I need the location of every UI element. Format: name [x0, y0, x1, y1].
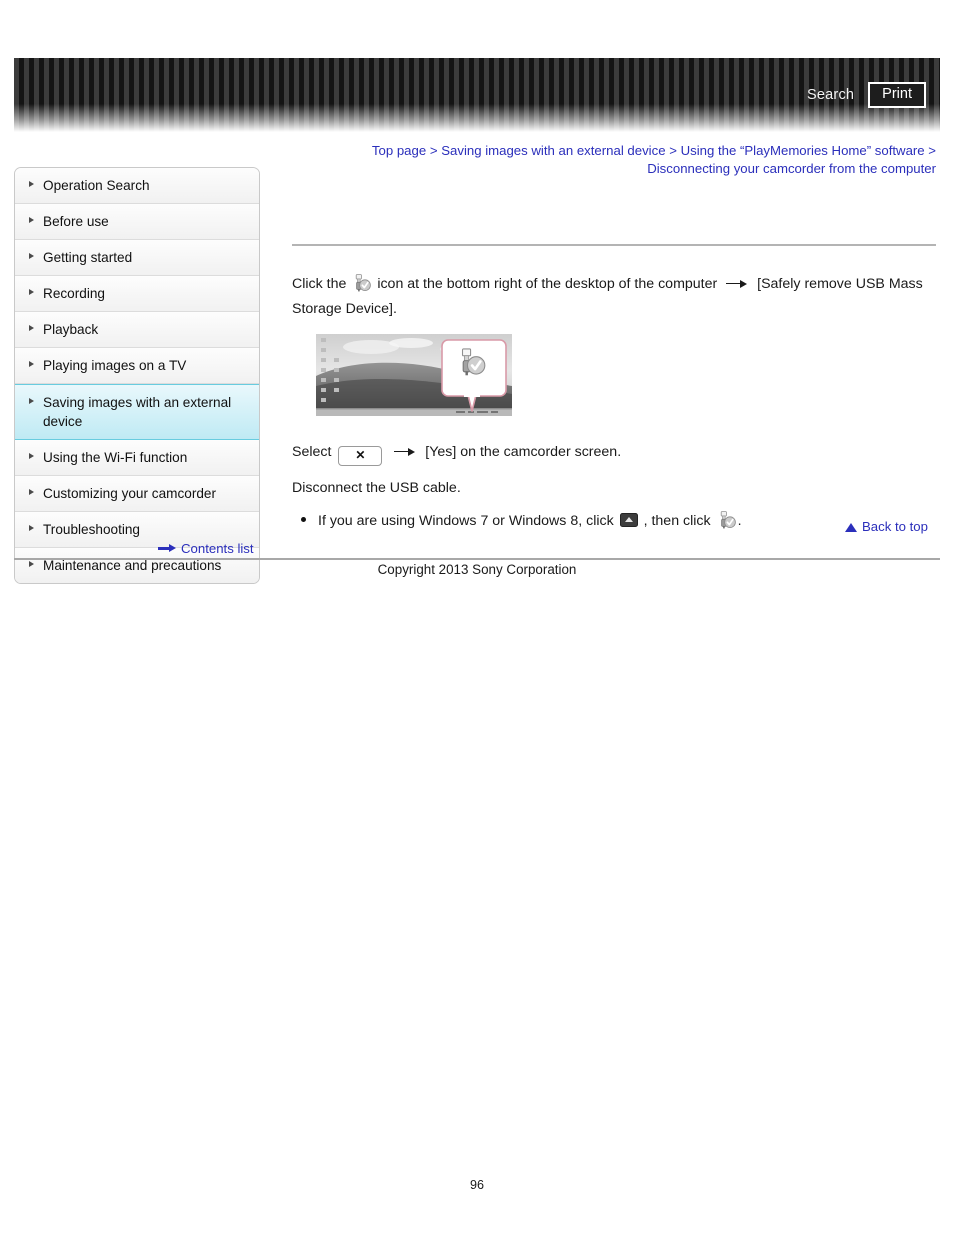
step-2-text-part-2: [Yes] on the camcorder screen. — [425, 444, 622, 460]
sidebar-item-label: Playing images on a TV — [43, 358, 187, 373]
sidebar-item-playing-images-on-a-tv[interactable]: Playing images on a TV — [15, 348, 259, 384]
breadcrumb-separator: > — [928, 143, 936, 158]
note-text-part-3: . — [737, 513, 742, 529]
breadcrumb-item-top-page[interactable]: Top page — [372, 143, 426, 158]
sidebar-item-label: Getting started — [43, 250, 133, 265]
page-number: 96 — [469, 1178, 484, 1192]
sidebar-item-operation-search[interactable]: Operation Search — [15, 168, 259, 204]
breadcrumb-item-playmemories-home[interactable]: Using the “PlayMemories Home” software — [681, 143, 925, 158]
back-to-top-label: Back to top — [862, 519, 928, 534]
breadcrumb-separator: > — [429, 143, 438, 158]
breadcrumb-item-saving-images[interactable]: Saving images with an external device — [441, 143, 665, 158]
sidebar-item-label: Troubleshooting — [43, 522, 140, 537]
chevron-right-icon — [29, 398, 34, 404]
sidebar-item-customizing-your-camcorder[interactable]: Customizing your camcorder — [15, 476, 259, 512]
sidebar-item-recording[interactable]: Recording — [15, 276, 259, 312]
back-to-top-link[interactable]: Back to top — [845, 519, 928, 534]
chevron-right-icon — [29, 361, 34, 367]
bullet-dot-icon — [301, 517, 306, 522]
chevron-right-icon — [29, 325, 34, 331]
main-content: Click the icon at the bottom right of th… — [292, 244, 936, 534]
step-3-paragraph: Disconnect the USB cable. — [292, 480, 461, 496]
chevron-right-icon — [29, 253, 34, 259]
header-controls: Search Print — [807, 82, 926, 108]
arrow-right-glyph-icon — [394, 447, 416, 458]
step-1-paragraph: Click the icon at the bottom right of th… — [292, 272, 936, 322]
show-hidden-icons-button-icon — [619, 511, 638, 527]
site-header-bar: Search Print — [14, 58, 940, 132]
sidebar-item-playback[interactable]: Playback — [15, 312, 259, 348]
sidebar-item-saving-images-with-an-external-device[interactable]: Saving images with an external device — [15, 384, 259, 440]
sidebar-item-label: Saving images with an external device — [43, 395, 232, 429]
copyright-text: Copyright 2013 Sony Corporation — [377, 562, 577, 577]
sidebar-item-before-use[interactable]: Before use — [15, 204, 259, 240]
chevron-right-icon — [29, 453, 34, 459]
sidebar-item-label: Customizing your camcorder — [43, 486, 217, 501]
sidebar-item-label: Before use — [43, 214, 109, 229]
chevron-right-icon — [29, 289, 34, 295]
note-text-part-1: If you are using Windows 7 or Windows 8,… — [318, 513, 614, 529]
sidebar-item-using-the-wi-fi-function[interactable]: Using the Wi-Fi function — [15, 440, 259, 476]
content-divider — [292, 244, 936, 246]
sidebar-navigation: Operation Search Before use Getting star… — [14, 167, 260, 584]
step-1-text-part-1: Click the — [292, 276, 347, 292]
step-1-text-part-2: icon at the bottom right of the desktop … — [377, 276, 718, 292]
note-text-part-2: , then click — [643, 513, 711, 529]
sidebar-item-label: Using the Wi-Fi function — [43, 450, 188, 465]
search-button[interactable]: Search — [807, 87, 854, 103]
desktop-screenshot-figure — [316, 334, 512, 422]
sidebar-item-getting-started[interactable]: Getting started — [15, 240, 259, 276]
arrow-right-icon — [158, 544, 176, 553]
chevron-right-icon — [29, 217, 34, 223]
sidebar-item-label: Playback — [43, 322, 99, 337]
contents-list-link[interactable]: Contents list — [158, 541, 254, 556]
chevron-right-icon — [29, 525, 34, 531]
sidebar-item-label: Recording — [43, 286, 105, 301]
chevron-right-icon — [29, 489, 34, 495]
sidebar-item-label: Operation Search — [43, 178, 150, 193]
step-2-text-part-1: Select — [292, 444, 332, 460]
close-x-button-icon: ✕ — [338, 446, 383, 466]
breadcrumb-item-current-page[interactable]: Disconnecting your camcorder from the co… — [647, 161, 936, 176]
usb-safely-remove-icon — [352, 274, 372, 292]
chevron-right-icon — [29, 181, 34, 187]
usb-safely-remove-icon — [717, 511, 736, 529]
print-button[interactable]: Print — [868, 82, 926, 108]
step-2-paragraph: Select ✕ [Yes] on the camcorder screen. — [292, 440, 936, 466]
contents-list-label: Contents list — [181, 541, 254, 556]
arrow-right-glyph-icon — [726, 279, 748, 290]
note-bullet-line: If you are using Windows 7 or Windows 8,… — [292, 509, 936, 534]
breadcrumb: Top page > Saving images with an externa… — [300, 142, 936, 178]
footer-divider — [14, 558, 940, 560]
triangle-up-icon — [845, 522, 857, 532]
breadcrumb-separator: > — [669, 143, 677, 158]
